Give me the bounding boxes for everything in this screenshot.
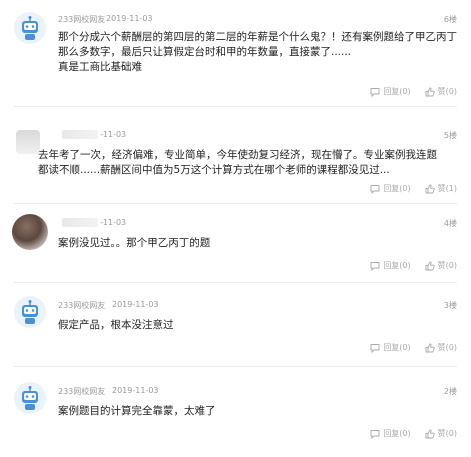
avatar[interactable] bbox=[16, 130, 40, 154]
thumbs-up-icon bbox=[425, 87, 435, 96]
comment-text: 案例没见过。。那个甲乙丙丁的题 bbox=[58, 236, 458, 251]
thumbs-up-icon bbox=[425, 261, 435, 270]
thumbs-up-icon bbox=[425, 184, 435, 193]
like-label: 赞(0) bbox=[437, 429, 457, 438]
reply-label: 回复(0) bbox=[383, 87, 411, 96]
reply-button[interactable]: 回复(0) bbox=[370, 183, 411, 194]
reply-button[interactable]: 回复(0) bbox=[370, 342, 411, 353]
comment-actions: 回复(0) 赞(0) bbox=[370, 428, 457, 439]
reply-button[interactable]: 回复(0) bbox=[370, 86, 411, 97]
like-label: 赞(0) bbox=[437, 261, 457, 270]
avatar[interactable] bbox=[14, 296, 46, 328]
comment-actions: 回复(0) 赞(0) bbox=[370, 342, 457, 353]
comment-date: 2019-11-03 bbox=[112, 386, 159, 395]
robot-avatar-icon bbox=[14, 382, 46, 414]
divider bbox=[14, 106, 457, 107]
comment-line: 案例题目的计算完全靠蒙，太难了 bbox=[58, 405, 216, 417]
comment-item: 233网校网友 2019-11-03 2楼 案例题目的计算完全靠蒙，太难了 回复… bbox=[0, 372, 471, 457]
robot-avatar-icon bbox=[14, 296, 46, 328]
reply-label: 回复(0) bbox=[383, 429, 411, 438]
thumbs-up-icon bbox=[425, 343, 435, 352]
username[interactable]: 233网校网友 bbox=[58, 300, 105, 311]
comment-bubble-icon bbox=[370, 343, 380, 353]
comment-actions: 回复(0) 赞(0) bbox=[370, 260, 457, 271]
like-button[interactable]: 赞(1) bbox=[425, 183, 457, 194]
comment-line: 那么多数字，最后只让算假定台时和甲的年数量，直接蒙了...... bbox=[58, 46, 352, 58]
reply-label: 回复(0) bbox=[383, 261, 411, 270]
username[interactable]: 233网校网友 bbox=[58, 386, 105, 397]
comment-item: 233网校网友 2019-11-03 3楼 假定产品，根本没注意过 回复(0) … bbox=[0, 286, 471, 370]
comment-date: -11-03 bbox=[100, 218, 127, 227]
comment-date: -11-03 bbox=[100, 130, 127, 139]
comment-actions: 回复(0) 赞(1) bbox=[370, 183, 457, 194]
comment-item: 233网校网友 2019-11-03 6楼 那个分成六个薪酬层的第四层的第二层的… bbox=[0, 0, 471, 107]
comment-bubble-icon bbox=[370, 184, 380, 194]
comment-date: 2019-11-03 bbox=[112, 300, 159, 309]
reply-label: 回复(0) bbox=[383, 343, 411, 352]
username[interactable]: 233网校网友 bbox=[58, 14, 105, 25]
reply-label: 回复(0) bbox=[383, 184, 411, 193]
divider bbox=[14, 282, 457, 283]
comment-text: 那个分成六个薪酬层的第四层的第二层的年薪是个什么鬼？！还有案例题给了甲乙丙丁 那… bbox=[58, 30, 458, 75]
avatar[interactable] bbox=[14, 382, 46, 414]
thumbs-up-icon bbox=[425, 429, 435, 438]
divider bbox=[14, 366, 457, 367]
username[interactable] bbox=[62, 130, 98, 139]
comment-item: -11-03 5楼 去年考了一次，经济偏难，专业简单，今年使劲复习经济，现在懵了… bbox=[0, 118, 471, 208]
comment-line: 那个分成六个薪酬层的第四层的第二层的年薪是个什么鬼？！还有案例题给了甲乙丙丁 bbox=[58, 31, 457, 43]
comment-line: 案例没见过。。那个甲乙丙丁的题 bbox=[58, 237, 211, 249]
floor-number: 4楼 bbox=[443, 219, 457, 228]
comment-line: 假定产品，根本没注意过 bbox=[58, 319, 174, 331]
floor-number: 2楼 bbox=[443, 387, 457, 396]
divider bbox=[14, 203, 457, 204]
comment-line: 都读不顺......薪酬区间中值为5万这个计算方式在哪个老师的课程都没见过... bbox=[38, 164, 390, 176]
comment-text: 去年考了一次，经济偏难，专业简单，今年使劲复习经济，现在懵了。专业案例我连题 都… bbox=[38, 148, 458, 178]
comment-bubble-icon bbox=[370, 429, 380, 439]
reply-button[interactable]: 回复(0) bbox=[370, 260, 411, 271]
like-label: 赞(1) bbox=[437, 184, 457, 193]
comment-line: 真是工商比基础难 bbox=[58, 61, 142, 73]
comment-bubble-icon bbox=[370, 87, 380, 97]
comment-date: 2019-11-03 bbox=[106, 14, 153, 23]
comment-text: 案例题目的计算完全靠蒙，太难了 bbox=[58, 404, 458, 419]
floor-number: 6楼 bbox=[443, 15, 457, 24]
like-button[interactable]: 赞(0) bbox=[425, 342, 457, 353]
comment-text: 假定产品，根本没注意过 bbox=[58, 318, 458, 333]
like-button[interactable]: 赞(0) bbox=[425, 260, 457, 271]
comment-item: -11-03 4楼 案例没见过。。那个甲乙丙丁的题 回复(0) 赞(0) bbox=[0, 206, 471, 283]
comment-bubble-icon bbox=[370, 261, 380, 271]
like-label: 赞(0) bbox=[437, 87, 457, 96]
avatar[interactable] bbox=[12, 214, 48, 250]
like-label: 赞(0) bbox=[437, 343, 457, 352]
robot-avatar-icon bbox=[14, 12, 46, 44]
floor-number: 3楼 bbox=[443, 301, 457, 310]
reply-button[interactable]: 回复(0) bbox=[370, 428, 411, 439]
avatar[interactable] bbox=[14, 12, 46, 44]
username[interactable] bbox=[62, 218, 98, 227]
like-button[interactable]: 赞(0) bbox=[425, 428, 457, 439]
like-button[interactable]: 赞(0) bbox=[425, 86, 457, 97]
comment-line: 去年考了一次，经济偏难，专业简单，今年使劲复习经济，现在懵了。专业案例我连题 bbox=[38, 149, 437, 161]
floor-number: 5楼 bbox=[443, 131, 457, 140]
comment-actions: 回复(0) 赞(0) bbox=[370, 86, 457, 97]
